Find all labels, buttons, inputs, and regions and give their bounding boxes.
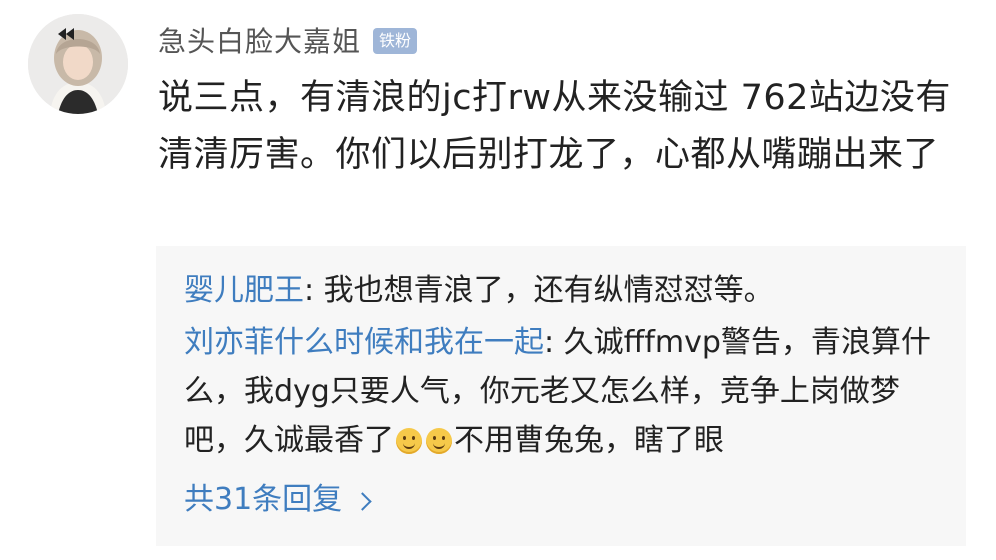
avatar[interactable] — [28, 14, 128, 114]
reply-separator: : — [544, 325, 564, 360]
reply-item[interactable]: 刘亦菲什么时候和我在一起: 久诚fffmvp警告，青浪算什么，我dyg只要人气，… — [184, 318, 934, 465]
more-replies-button[interactable]: 共31条回复 — [184, 478, 372, 522]
chevron-right-icon — [353, 491, 372, 511]
reply-item[interactable]: 婴儿肥王: 我也想青浪了，还有纵情怼怼等。 — [184, 266, 934, 315]
more-replies-label[interactable]: 共31条回复 — [184, 478, 342, 522]
username[interactable]: 急头白脸大嘉姐 — [158, 20, 361, 60]
avatar-image — [28, 14, 128, 114]
reply-text: 我也想青浪了，还有纵情怼怼等。 — [323, 273, 774, 308]
reply-author[interactable]: 刘亦菲什么时候和我在一起 — [184, 325, 544, 360]
replies-box[interactable]: 婴儿肥王: 我也想青浪了，还有纵情怼怼等。 刘亦菲什么时候和我在一起: 久诚ff… — [156, 246, 966, 546]
comment-header: 急头白脸大嘉姐 铁粉 — [158, 20, 418, 60]
comment-text: 说三点，有清浪的jc打rw从来没输过 762站边没有清清厉害。你们以后别打龙了，… — [158, 78, 951, 175]
fan-badge: 铁粉 — [373, 28, 418, 54]
reply-author[interactable]: 婴儿肥王 — [184, 273, 304, 308]
smile-emoji-icon — [426, 428, 452, 454]
smile-emoji-icon — [396, 428, 422, 454]
reply-text-continued: 不用曹兔兔，瞎了眼 — [454, 423, 724, 458]
reply-separator: : — [304, 273, 324, 308]
